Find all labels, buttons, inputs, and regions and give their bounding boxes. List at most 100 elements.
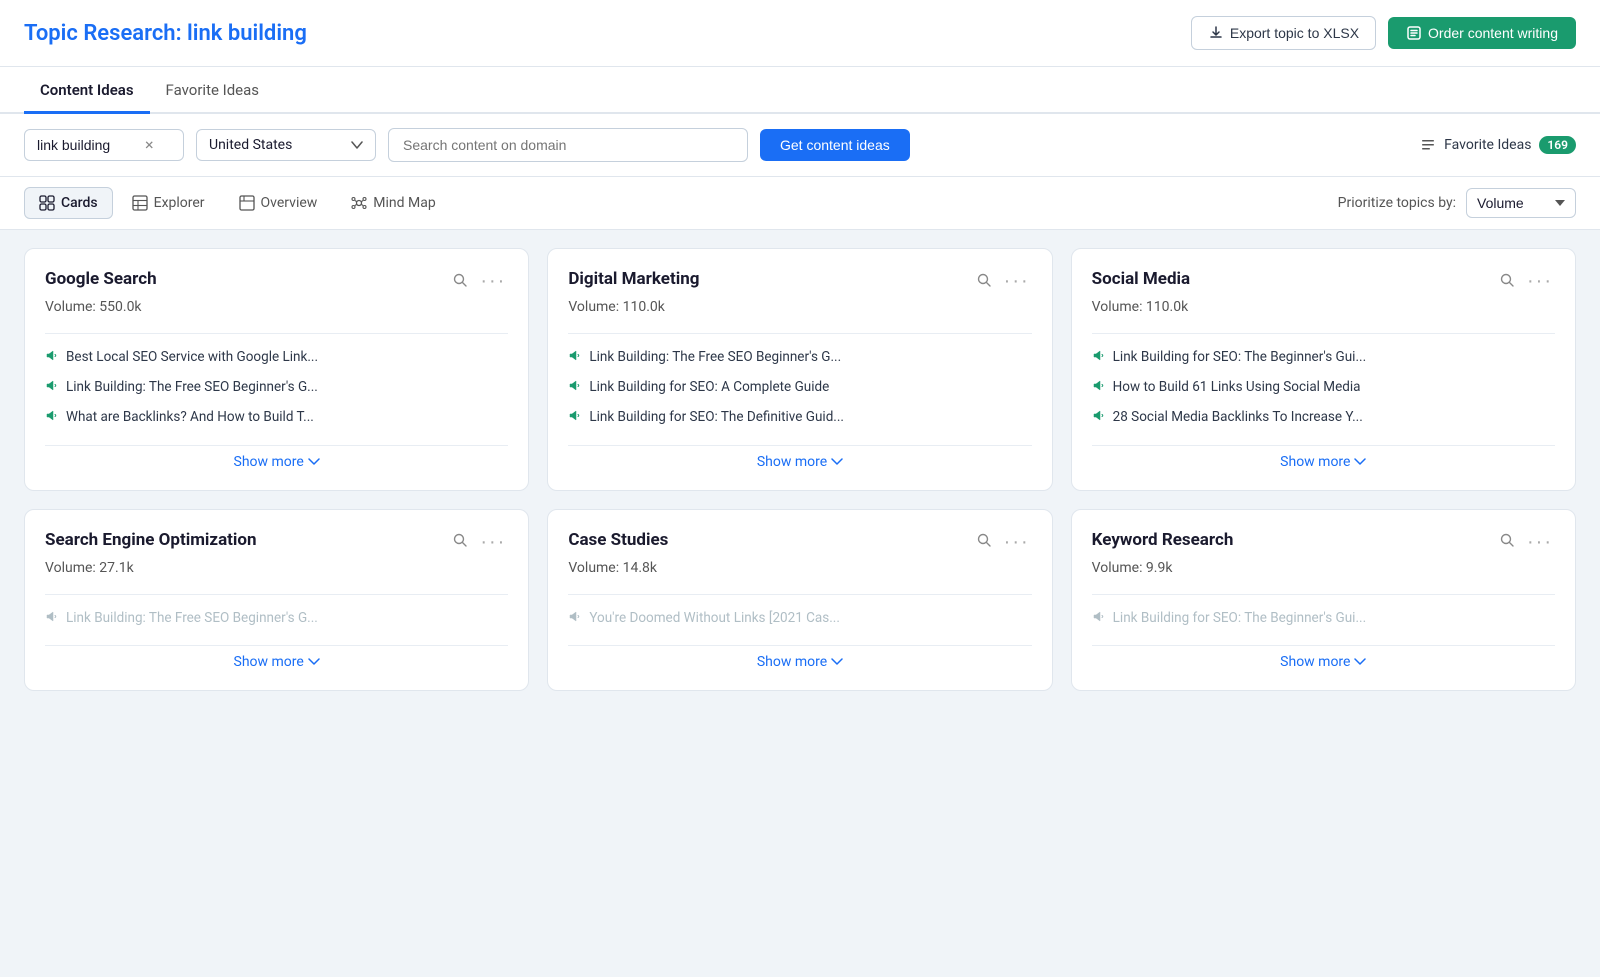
order-icon [1406, 25, 1422, 41]
megaphone-icon [568, 610, 581, 623]
card-more-button[interactable]: ··· [478, 530, 508, 554]
card-item-text: How to Build 61 Links Using Social Media [1113, 378, 1361, 397]
cards-grid: Google Search ··· Volume: 550.0k [0, 230, 1600, 709]
chevron-down-icon [351, 141, 363, 149]
card-item: Best Local SEO Service with Google Link.… [45, 348, 508, 368]
card-volume: Volume: 27.1k [45, 560, 508, 576]
card-items: You're Doomed Without Links [2021 Cas... [568, 609, 1031, 629]
card-item-text: Best Local SEO Service with Google Link.… [66, 348, 318, 367]
order-button[interactable]: Order content writing [1388, 17, 1576, 49]
show-more-button[interactable]: Show more [1092, 445, 1555, 470]
card-item-text: Link Building for SEO: A Complete Guide [589, 378, 829, 397]
card-actions: ··· [1497, 530, 1555, 554]
card-title: Google Search [45, 269, 157, 289]
card-item-text: 28 Social Media Backlinks To Increase Y.… [1113, 408, 1363, 427]
card-item: Link Building for SEO: The Beginner's Gu… [1092, 348, 1555, 368]
card-item: Link Building for SEO: A Complete Guide [568, 378, 1031, 398]
keyword-input[interactable] [37, 137, 137, 153]
card-header: Case Studies ··· [568, 530, 1031, 554]
search-icon [1499, 532, 1515, 548]
card-item-text: Link Building for SEO: The Definitive Gu… [589, 408, 844, 427]
view-tab-mind-map[interactable]: Mind Map [336, 187, 450, 219]
view-tab-cards[interactable]: Cards [24, 187, 113, 219]
megaphone-icon [568, 379, 581, 392]
country-select[interactable]: United States [196, 129, 376, 161]
tab-favorite-ideas[interactable]: Favorite Ideas [150, 67, 276, 114]
card-actions: ··· [450, 269, 508, 293]
card-header: Search Engine Optimization ··· [45, 530, 508, 554]
card-title: Social Media [1092, 269, 1190, 289]
show-more-button[interactable]: Show more [568, 645, 1031, 670]
card-more-button[interactable]: ··· [1002, 269, 1032, 293]
card-volume: Volume: 110.0k [568, 299, 1031, 315]
top-bar-actions: Export topic to XLSX Order content writi… [1191, 16, 1576, 50]
card-item: You're Doomed Without Links [2021 Cas... [568, 609, 1031, 629]
card-items: Link Building for SEO: The Beginner's Gu… [1092, 609, 1555, 629]
top-bar: Topic Research: link building Export top… [0, 0, 1600, 67]
search-icon [452, 532, 468, 548]
megaphone-icon [568, 409, 581, 428]
view-bar: Cards Explorer Overview [0, 177, 1600, 230]
mind-map-icon [351, 195, 367, 211]
card-search-button[interactable] [974, 530, 994, 553]
megaphone-icon [1092, 610, 1105, 629]
card-search-button[interactable] [450, 530, 470, 553]
megaphone-icon [1092, 409, 1105, 428]
card-items: Link Building: The Free SEO Beginner's G… [568, 348, 1031, 429]
card-header: Google Search ··· [45, 269, 508, 293]
megaphone-icon [1092, 610, 1105, 623]
view-tab-overview[interactable]: Overview [224, 187, 333, 219]
megaphone-icon [568, 409, 581, 422]
card-search-button[interactable] [974, 270, 994, 293]
get-content-ideas-button[interactable]: Get content ideas [760, 129, 910, 161]
megaphone-icon [568, 349, 581, 368]
card-header: Social Media ··· [1092, 269, 1555, 293]
favorite-ideas-button[interactable]: Favorite Ideas 169 [1420, 136, 1576, 154]
card-item-text: What are Backlinks? And How to Build T..… [66, 408, 314, 427]
megaphone-icon [1092, 379, 1105, 398]
tab-content-ideas[interactable]: Content Ideas [24, 67, 150, 114]
chevron-down-icon [831, 458, 843, 466]
clear-keyword-button[interactable]: × [145, 137, 154, 153]
chevron-down-icon [1354, 458, 1366, 466]
card-more-button[interactable]: ··· [478, 269, 508, 293]
card-more-button[interactable]: ··· [1525, 269, 1555, 293]
card-more-button[interactable]: ··· [1525, 530, 1555, 554]
view-tab-explorer[interactable]: Explorer [117, 187, 220, 219]
card-title: Case Studies [568, 530, 668, 550]
show-more-button[interactable]: Show more [568, 445, 1031, 470]
card-item: Link Building: The Free SEO Beginner's G… [568, 348, 1031, 368]
megaphone-icon [568, 379, 581, 398]
card-title: Digital Marketing [568, 269, 699, 289]
prioritize-select[interactable]: Volume Efficiency Difficulty [1466, 188, 1576, 218]
chevron-down-icon [831, 658, 843, 666]
search-icon [452, 272, 468, 288]
search-icon [976, 272, 992, 288]
card-more-button[interactable]: ··· [1002, 530, 1032, 554]
show-more-button[interactable]: Show more [45, 645, 508, 670]
card-google-search: Google Search ··· Volume: 550.0k [24, 248, 529, 491]
card-item: 28 Social Media Backlinks To Increase Y.… [1092, 408, 1555, 428]
card-search-button[interactable] [1497, 270, 1517, 293]
card-divider [45, 594, 508, 595]
list-icon [1420, 137, 1436, 153]
export-button[interactable]: Export topic to XLSX [1191, 16, 1376, 50]
card-volume: Volume: 110.0k [1092, 299, 1555, 315]
megaphone-icon [45, 379, 58, 392]
show-more-button[interactable]: Show more [45, 445, 508, 470]
card-volume: Volume: 14.8k [568, 560, 1031, 576]
card-volume: Volume: 550.0k [45, 299, 508, 315]
show-more-button[interactable]: Show more [1092, 645, 1555, 670]
prioritize-bar: Prioritize topics by: Volume Efficiency … [1338, 188, 1576, 218]
card-search-button[interactable] [450, 270, 470, 293]
card-divider [45, 333, 508, 334]
domain-search-input[interactable] [388, 128, 748, 162]
card-search-button[interactable] [1497, 530, 1517, 553]
card-item: Link Building for SEO: The Beginner's Gu… [1092, 609, 1555, 629]
megaphone-icon [45, 349, 58, 368]
card-volume: Volume: 9.9k [1092, 560, 1555, 576]
overview-icon [239, 195, 255, 211]
card-item: Link Building for SEO: The Definitive Gu… [568, 408, 1031, 428]
megaphone-icon [45, 610, 58, 623]
card-title: Keyword Research [1092, 530, 1234, 550]
